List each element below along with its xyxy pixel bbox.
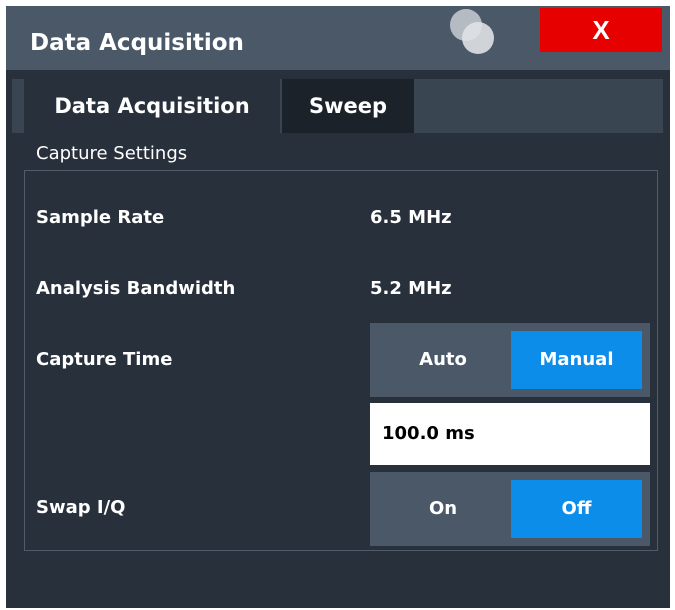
analysis-bandwidth-value: 5.2 MHz — [370, 278, 452, 299]
analysis-bandwidth-label: Analysis Bandwidth — [36, 278, 236, 299]
capture-time-auto-button[interactable]: Auto — [378, 331, 508, 389]
capture-time-manual-button[interactable]: Manual — [511, 331, 642, 389]
capture-time-label: Capture Time — [36, 349, 173, 370]
capture-settings-label: Capture Settings — [36, 143, 188, 164]
tab-data-acquisition[interactable]: Data Acquisition — [24, 79, 280, 133]
swap-iq-off-button[interactable]: Off — [511, 480, 642, 538]
swap-iq-label: Swap I/Q — [36, 497, 126, 518]
window-title: Data Acquisition — [30, 30, 244, 56]
swap-iq-toggle: On Off — [370, 472, 650, 546]
capture-time-toggle: Auto Manual — [370, 323, 650, 397]
sample-rate-label: Sample Rate — [36, 207, 165, 228]
capture-time-input[interactable] — [370, 403, 650, 465]
sample-rate-value: 6.5 MHz — [370, 207, 452, 228]
close-button[interactable]: X — [540, 8, 662, 52]
tab-sweep[interactable]: Sweep — [282, 79, 414, 133]
swap-iq-on-button[interactable]: On — [378, 480, 508, 538]
close-icon: X — [592, 15, 610, 45]
tab-bar: Data Acquisition Sweep — [12, 79, 663, 133]
overlapping-circles-icon — [450, 9, 494, 54]
